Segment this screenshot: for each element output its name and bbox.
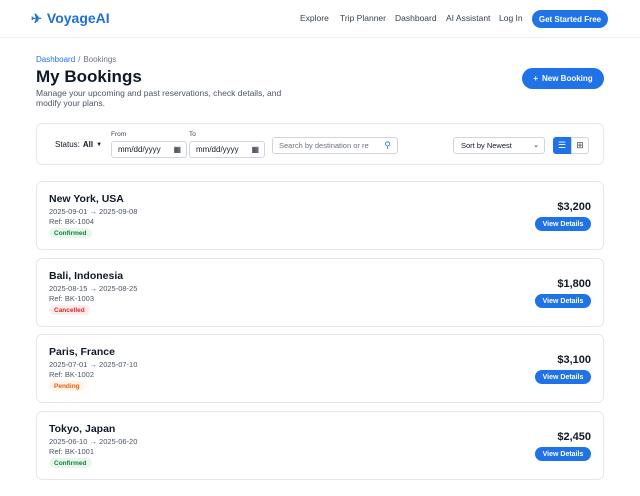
- status-badge: Confirmed: [49, 458, 92, 468]
- airplane-icon: ✈: [31, 10, 42, 26]
- to-label: To: [189, 131, 196, 138]
- breadcrumb-separator: /: [78, 55, 81, 64]
- to-date-value: mm/dd/yyyy: [196, 145, 239, 154]
- booking-destination: Tokyo, Japan: [49, 423, 116, 435]
- sort-select[interactable]: Sort by Newest ⌄: [453, 137, 545, 154]
- search-icon[interactable]: ⚲: [384, 140, 391, 151]
- page-subtitle: Manage your upcoming and past reservatio…: [36, 88, 282, 108]
- booking-price: $3,200: [557, 201, 591, 213]
- booking-dates: 2025-08-15 → 2025-08-25: [49, 284, 138, 293]
- breadcrumb-current: Bookings: [83, 55, 117, 64]
- view-details-button[interactable]: View Details: [535, 294, 591, 308]
- brand-name: VoyageAI: [46, 10, 110, 26]
- breadcrumb-dashboard[interactable]: Dashboard: [36, 55, 75, 64]
- new-booking-label: New Booking: [542, 74, 593, 83]
- booking-destination: New York, USA: [49, 193, 124, 205]
- booking-ref: Ref: BK-1004: [49, 217, 95, 226]
- booking-dates: 2025-06-10 → 2025-06-20: [49, 437, 138, 446]
- booking-card: Tokyo, Japan 2025-06-10 → 2025-06-20 Ref…: [36, 411, 604, 480]
- grid-icon: ⊞: [576, 140, 584, 150]
- status-badge: Cancelled: [49, 305, 90, 315]
- booking-price: $1,800: [557, 278, 591, 290]
- plus-icon: +: [533, 74, 538, 83]
- breadcrumb: Dashboard / Bookings: [36, 55, 116, 64]
- booking-ref: Ref: BK-1003: [49, 294, 95, 303]
- booking-price: $2,450: [557, 431, 591, 443]
- booking-card: New York, USA 2025-09-01 → 2025-09-08 Re…: [36, 181, 604, 250]
- search-placeholder: Search by destination or reference: [279, 141, 369, 150]
- booking-ref: Ref: BK-1001: [49, 447, 95, 456]
- get-started-button[interactable]: Get Started Free: [532, 10, 608, 28]
- search-input[interactable]: Search by destination or reference ⚲: [272, 137, 398, 154]
- booking-ref: Ref: BK-1002: [49, 370, 95, 379]
- booking-card: Paris, France 2025-07-01 → 2025-07-10 Re…: [36, 334, 604, 403]
- sort-value: Sort by Newest: [461, 141, 512, 150]
- top-navbar: ✈ VoyageAI Explore Trip Planner Dashboar…: [0, 0, 640, 38]
- nav-trip-planner[interactable]: Trip Planner: [340, 13, 386, 23]
- filter-bar: Status: All ▼ From mm/dd/yyyy ▦ To mm/dd…: [36, 123, 604, 165]
- status-badge: Confirmed: [49, 228, 92, 238]
- booking-price: $3,100: [557, 354, 591, 366]
- status-badge: Pending: [49, 381, 85, 391]
- grid-view-button[interactable]: ⊞: [571, 137, 589, 154]
- booking-dates: 2025-07-01 → 2025-07-10: [49, 360, 138, 369]
- status-value: All: [82, 140, 94, 149]
- calendar-icon[interactable]: ▦: [251, 145, 259, 154]
- nav-explore[interactable]: Explore: [300, 13, 329, 23]
- chevron-down-icon: ⌄: [533, 142, 539, 149]
- status-filter[interactable]: Status: All ▼: [55, 140, 102, 149]
- new-booking-button[interactable]: + New Booking: [522, 68, 604, 89]
- caret-down-icon: ▼: [96, 141, 103, 148]
- list-icon: ☰: [557, 140, 567, 150]
- booking-card: Bali, Indonesia 2025-08-15 → 2025-08-25 …: [36, 258, 604, 327]
- from-label: From: [111, 131, 127, 138]
- from-date-input[interactable]: mm/dd/yyyy ▦: [111, 141, 187, 158]
- nav-dashboard[interactable]: Dashboard: [395, 13, 437, 23]
- from-date-value: mm/dd/yyyy: [118, 145, 161, 154]
- list-view-button[interactable]: ☰: [553, 137, 571, 154]
- nav-ai-assistant[interactable]: AI Assistant: [446, 13, 490, 23]
- calendar-icon[interactable]: ▦: [173, 145, 181, 154]
- brand-logo[interactable]: ✈ VoyageAI: [31, 10, 110, 26]
- nav-login[interactable]: Log In: [499, 13, 523, 23]
- view-details-button[interactable]: View Details: [535, 447, 591, 461]
- status-label: Status:: [55, 140, 80, 149]
- to-date-input[interactable]: mm/dd/yyyy ▦: [189, 141, 265, 158]
- booking-dates: 2025-09-01 → 2025-09-08: [49, 207, 138, 216]
- page-title: My Bookings: [36, 67, 142, 86]
- view-details-button[interactable]: View Details: [535, 217, 591, 231]
- booking-destination: Paris, France: [49, 346, 115, 358]
- booking-destination: Bali, Indonesia: [49, 270, 124, 282]
- view-details-button[interactable]: View Details: [535, 370, 591, 384]
